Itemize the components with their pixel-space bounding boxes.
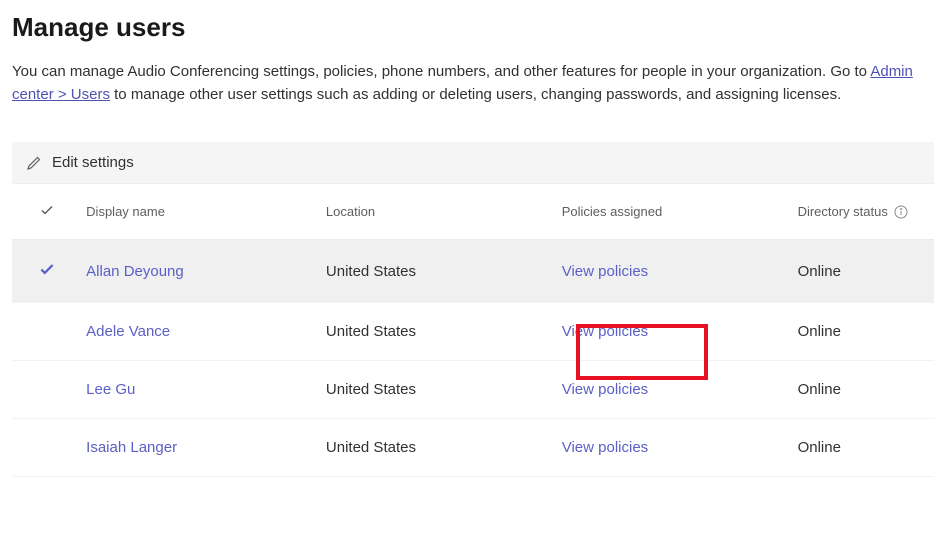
page-description: You can manage Audio Conferencing settin… bbox=[12, 61, 934, 106]
check-icon bbox=[39, 202, 55, 221]
table-row[interactable]: Allan Deyoung United States View policie… bbox=[12, 240, 934, 303]
view-policies-link[interactable]: View policies bbox=[562, 381, 648, 398]
view-policies-link[interactable]: View policies bbox=[562, 323, 648, 340]
user-name-link[interactable]: Adele Vance bbox=[86, 323, 170, 340]
column-header-location[interactable]: Location bbox=[326, 204, 562, 219]
edit-settings-button[interactable]: Edit settings bbox=[52, 154, 134, 171]
user-name-link[interactable]: Isaiah Langer bbox=[86, 439, 177, 456]
description-suffix: to manage other user settings such as ad… bbox=[110, 86, 841, 103]
user-location: United States bbox=[326, 263, 562, 280]
user-name-link[interactable]: Lee Gu bbox=[86, 381, 135, 398]
page-title: Manage users bbox=[12, 12, 934, 43]
toolbar: Edit settings bbox=[12, 142, 934, 184]
user-location: United States bbox=[326, 381, 562, 398]
column-header-status[interactable]: Directory status bbox=[798, 204, 934, 219]
check-icon bbox=[38, 260, 56, 282]
column-header-status-label: Directory status bbox=[798, 204, 888, 219]
user-status: Online bbox=[798, 263, 934, 280]
user-status: Online bbox=[798, 323, 934, 340]
user-location: United States bbox=[326, 439, 562, 456]
row-checkbox[interactable] bbox=[12, 260, 82, 282]
user-status: Online bbox=[798, 439, 934, 456]
user-location: United States bbox=[326, 323, 562, 340]
table-row[interactable]: Lee Gu United States View policies Onlin… bbox=[12, 361, 934, 419]
table-header: Display name Location Policies assigned … bbox=[12, 184, 934, 240]
column-header-select[interactable] bbox=[12, 202, 82, 221]
user-name-link[interactable]: Allan Deyoung bbox=[86, 263, 184, 280]
users-table: Display name Location Policies assigned … bbox=[12, 184, 934, 477]
edit-icon bbox=[26, 155, 42, 171]
table-row[interactable]: Adele Vance United States View policies … bbox=[12, 303, 934, 361]
view-policies-link[interactable]: View policies bbox=[562, 439, 648, 456]
info-icon[interactable] bbox=[894, 205, 908, 219]
user-status: Online bbox=[798, 381, 934, 398]
view-policies-link[interactable]: View policies bbox=[562, 263, 648, 280]
description-prefix: You can manage Audio Conferencing settin… bbox=[12, 63, 870, 80]
table-row[interactable]: Isaiah Langer United States View policie… bbox=[12, 419, 934, 477]
column-header-name[interactable]: Display name bbox=[82, 204, 326, 219]
column-header-policies[interactable]: Policies assigned bbox=[562, 204, 798, 219]
